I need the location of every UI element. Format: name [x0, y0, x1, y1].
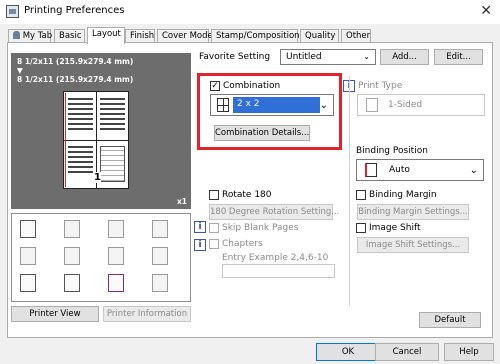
user-icon — [13, 31, 20, 39]
add-button[interactable]: Add... — [380, 49, 429, 65]
arrow-down-icon: ▼ — [17, 66, 23, 75]
combination-icon[interactable] — [20, 220, 36, 238]
combination-select[interactable]: 2 x 2 ⌄ — [210, 94, 334, 116]
chapters-input[interactable] — [222, 264, 335, 278]
paper-size-label: 8 1/2x11 (215.9x279.4 mm) — [17, 57, 134, 66]
user-group-icon[interactable] — [108, 274, 124, 292]
skip-blank-pages-checkbox[interactable] — [209, 223, 219, 233]
tab-layout[interactable]: Layout — [87, 27, 125, 44]
chevron-down-icon: ⌄ — [319, 100, 328, 111]
image-shift-checkbox[interactable] — [356, 223, 366, 233]
staple-icon[interactable] — [108, 220, 124, 238]
default-button[interactable]: Default — [419, 312, 481, 328]
tab-finish[interactable]: Finish — [125, 29, 155, 43]
favorite-setting-select[interactable]: Untitled ⌄ — [280, 49, 376, 65]
print-type-select[interactable]: 1-Sided — [357, 94, 485, 116]
combination-value: 2 x 2 — [233, 97, 320, 113]
rotate-180-checkbox[interactable] — [209, 190, 219, 200]
chapters-hint: Entry Example 2,4,6-10 — [222, 253, 329, 263]
window-title: Printing Preferences — [24, 5, 125, 16]
edit-button[interactable]: Edit... — [434, 49, 483, 65]
print-type-value: 1-Sided — [388, 100, 423, 110]
printer-information-button[interactable]: Printer Information — [103, 306, 191, 322]
favorite-setting-value: Untitled — [286, 52, 322, 62]
image-shift-settings-button[interactable]: Image Shift Settings... — [357, 237, 469, 253]
overlay-icon[interactable] — [64, 247, 80, 265]
tab-cover-mode[interactable]: Cover Mode — [157, 29, 213, 43]
print-type-label: Print Type — [358, 81, 403, 91]
rotate-180-label: Rotate 180 — [222, 190, 272, 200]
binding-margin-checkbox[interactable] — [356, 190, 366, 200]
binding-position-select[interactable]: Auto ⌄ — [356, 159, 484, 181]
page-number: 1 — [94, 172, 101, 183]
title-bar: Printing Preferences ✕ — [0, 0, 500, 24]
tab-basic[interactable]: Basic — [54, 29, 85, 43]
print-preview: 8 1/2x11 (215.9x279.4 mm) ▼ 8 1/2x11 (21… — [11, 53, 191, 209]
function-icon-grid — [11, 213, 191, 302]
chapters-label: Chapters — [222, 239, 263, 249]
punch-icon[interactable] — [152, 220, 168, 238]
combination-checkbox[interactable]: ✓ — [210, 81, 220, 91]
help-button[interactable]: Help — [444, 343, 494, 361]
copies-count: x1 — [176, 197, 187, 206]
info-icon: i — [194, 221, 206, 233]
column-divider — [349, 76, 350, 306]
tab-stamp-composition[interactable]: Stamp/Composition — [211, 29, 300, 43]
combination-details-button[interactable]: Combination Details... — [214, 125, 310, 141]
watermark-icon[interactable] — [152, 247, 168, 265]
printer-view-button[interactable]: Printer View — [11, 306, 99, 322]
table-thumbnail — [100, 146, 125, 182]
account-icon[interactable] — [64, 274, 80, 292]
grid-2x2-icon — [217, 98, 229, 112]
secure-print-icon[interactable] — [152, 274, 168, 292]
close-icon[interactable]: ✕ — [480, 3, 492, 19]
chevron-down-icon: ⌄ — [469, 165, 478, 176]
skip-blank-pages-label: Skip Blank Pages — [222, 223, 299, 233]
tab-other[interactable]: Other — [341, 29, 371, 43]
user-auth-icon[interactable] — [20, 274, 36, 292]
binding-position-value: Auto — [389, 165, 410, 175]
info-icon: i — [194, 239, 206, 251]
binding-position-label: Binding Position — [356, 146, 428, 156]
binding-margin-label: Binding Margin — [369, 190, 437, 200]
tab-quality[interactable]: Quality — [300, 29, 339, 43]
tab-label: My Tab — [22, 31, 53, 41]
binding-margin-settings-button[interactable]: Binding Margin Settings... — [357, 204, 469, 220]
binding-left-icon — [365, 163, 377, 177]
chapters-checkbox[interactable] — [209, 239, 219, 249]
combination-label: Combination — [223, 81, 281, 91]
cover-icon[interactable] — [20, 247, 36, 265]
stamp-icon[interactable] — [108, 247, 124, 265]
chevron-down-icon: ⌄ — [363, 52, 370, 61]
favorite-setting-label: Favorite Setting — [199, 52, 271, 62]
tab-my-tab[interactable]: My Tab — [8, 29, 53, 43]
cancel-button[interactable]: Cancel — [375, 343, 439, 361]
page-icon — [366, 98, 378, 112]
rotation-setting-button[interactable]: 180 Degree Rotation Setting... — [209, 204, 339, 220]
ok-button[interactable]: OK — [316, 343, 380, 361]
preview-sheet: 1 — [63, 91, 129, 189]
output-size-label: 8 1/2x11 (215.9x279.4 mm) — [17, 75, 134, 84]
booklet-icon[interactable] — [64, 220, 80, 238]
printer-app-icon — [6, 5, 19, 18]
image-shift-label: Image Shift — [369, 223, 421, 233]
